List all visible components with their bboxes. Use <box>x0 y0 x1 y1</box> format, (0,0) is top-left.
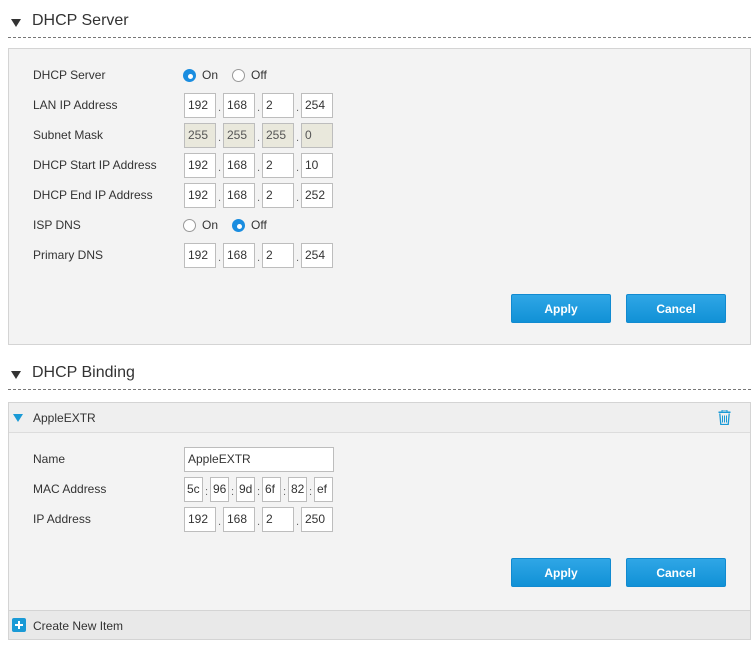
subnet-octet-1: 255 <box>184 122 216 148</box>
start-ip-octet-3[interactable]: 2 <box>262 152 294 178</box>
binding-name-input[interactable]: AppleEXTR <box>184 446 334 472</box>
end-ip-label: DHCP End IP Address <box>33 188 153 202</box>
dhcp-server-title: DHCP Server <box>32 12 129 29</box>
plus-icon[interactable] <box>12 618 26 632</box>
lan-ip-octet-4[interactable]: 254 <box>301 92 333 118</box>
mac-octet-6[interactable]: ef <box>314 476 333 502</box>
end-ip-octet-2[interactable]: 168 <box>223 182 255 208</box>
binding-name-label: Name <box>33 452 66 466</box>
binding-item-name: AppleEXTR <box>33 411 96 425</box>
binding-ip-octet-3[interactable]: 2 <box>262 506 294 532</box>
mac-octet-1[interactable]: 5c <box>184 476 203 502</box>
start-ip-label: DHCP Start IP Address <box>33 158 157 172</box>
primary-dns-octet-1[interactable]: 192 <box>184 242 216 268</box>
binding-ip-label: IP Address <box>33 512 91 526</box>
start-ip-octet-1[interactable]: 192 <box>184 152 216 178</box>
lan-ip-octet-3[interactable]: 2 <box>262 92 294 118</box>
binding-item-header[interactable]: AppleEXTR <box>9 403 750 433</box>
end-ip-octet-1[interactable]: 192 <box>184 182 216 208</box>
collapse-triangle-icon[interactable] <box>11 19 21 27</box>
end-ip-octet-3[interactable]: 2 <box>262 182 294 208</box>
mac-octet-2[interactable]: 96 <box>210 476 229 502</box>
dhcp-server-off-radio[interactable] <box>232 68 246 82</box>
create-new-item-bar[interactable]: Create New Item <box>8 610 751 640</box>
mac-octet-4[interactable]: 6f <box>262 476 281 502</box>
primary-dns-label: Primary DNS <box>33 248 104 262</box>
start-ip-octet-4[interactable]: 10 <box>301 152 333 178</box>
isp-dns-off-radio[interactable] <box>232 218 246 232</box>
primary-dns-octet-3[interactable]: 2 <box>262 242 294 268</box>
dhcp-binding-title: DHCP Binding <box>32 364 135 381</box>
dhcp-server-label: DHCP Server <box>33 68 106 82</box>
isp-dns-label: ISP DNS <box>33 218 81 232</box>
binding-ip-octet-1[interactable]: 192 <box>184 506 216 532</box>
binding-apply-button[interactable]: Apply <box>511 558 611 587</box>
binding-ip-octet-4[interactable]: 250 <box>301 506 333 532</box>
mac-label: MAC Address <box>33 482 107 496</box>
mac-octet-5[interactable]: 82 <box>288 476 307 502</box>
lan-ip-octet-1[interactable]: 192 <box>184 92 216 118</box>
subnet-octet-4: 0 <box>301 122 333 148</box>
start-ip-octet-2[interactable]: 168 <box>223 152 255 178</box>
subnet-label: Subnet Mask <box>33 128 104 142</box>
subnet-octet-2: 255 <box>223 122 255 148</box>
create-new-item-label[interactable]: Create New Item <box>33 619 123 633</box>
isp-dns-on-radio[interactable] <box>183 218 196 232</box>
trash-icon[interactable] <box>718 410 731 425</box>
collapse-triangle-icon[interactable] <box>11 371 21 379</box>
mac-octet-3[interactable]: 9d <box>236 476 255 502</box>
dhcp-server-apply-button[interactable]: Apply <box>511 294 611 323</box>
primary-dns-octet-4[interactable]: 254 <box>301 242 333 268</box>
end-ip-octet-4[interactable]: 252 <box>301 182 333 208</box>
lan-ip-octet-2[interactable]: 168 <box>223 92 255 118</box>
binding-cancel-button[interactable]: Cancel <box>626 558 726 587</box>
expand-triangle-icon[interactable] <box>13 414 23 422</box>
dhcp-server-on-label: On <box>202 68 219 82</box>
dhcp-server-on-radio[interactable] <box>183 68 196 82</box>
primary-dns-octet-2[interactable]: 168 <box>223 242 255 268</box>
isp-dns-off-label: Off <box>251 218 267 232</box>
dhcp-server-panel: DHCP Server On Off LAN IP Address 192 . … <box>8 48 751 345</box>
isp-dns-on-label: On <box>202 218 219 232</box>
lan-ip-label: LAN IP Address <box>33 98 118 112</box>
dhcp-binding-header[interactable]: DHCP Binding <box>8 362 751 390</box>
binding-ip-octet-2[interactable]: 168 <box>223 506 255 532</box>
dhcp-binding-panel: AppleEXTR Name AppleEXTR MAC Address 5c … <box>8 402 751 611</box>
subnet-octet-3: 255 <box>262 122 294 148</box>
dhcp-server-off-label: Off <box>251 68 267 82</box>
dhcp-server-cancel-button[interactable]: Cancel <box>626 294 726 323</box>
dhcp-server-header[interactable]: DHCP Server <box>8 10 751 38</box>
